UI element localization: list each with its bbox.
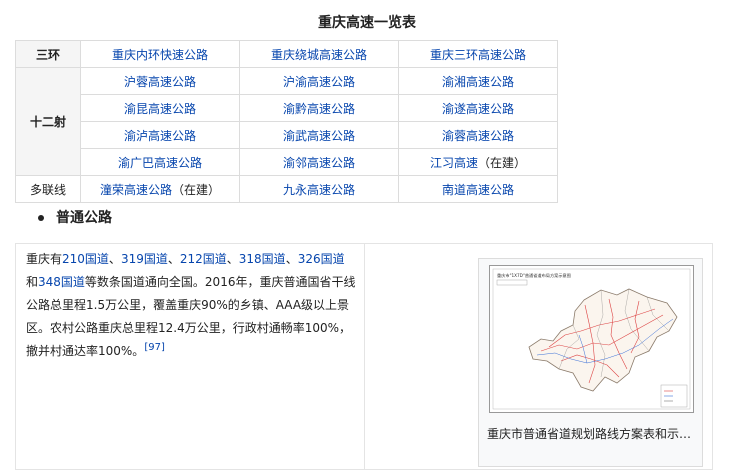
table-link[interactable]: 渝遂高速公路 bbox=[398, 94, 558, 122]
section-heading-text: 普通公路 bbox=[56, 210, 112, 226]
table-link[interactable]: 渝泸高速公路 bbox=[80, 121, 240, 149]
link-ring-expressway[interactable]: 重庆绕城高速公路 bbox=[239, 40, 399, 68]
text: 重庆有 bbox=[26, 252, 63, 266]
under-construction-note: （在建） bbox=[478, 155, 527, 170]
table-link[interactable]: 渝昆高速公路 bbox=[80, 94, 240, 122]
map-figure[interactable]: 重庆市"1X7D"普通省道布局方案示意图 重庆市普通省道规划路线方案表和示… bbox=[478, 258, 703, 467]
table-link[interactable]: 南道高速公路 bbox=[398, 175, 558, 203]
table-link[interactable]: 潼荣高速公路 bbox=[100, 183, 172, 197]
divider bbox=[364, 244, 365, 469]
figure-caption[interactable]: 重庆市普通省道规划路线方案表和示… bbox=[487, 425, 697, 442]
table-row: 多联线 潼荣高速公路（在建） 九永高速公路 南道高速公路 bbox=[15, 175, 558, 203]
table-cell: 江习高速（在建） bbox=[398, 148, 558, 176]
table-link[interactable]: 渝黔高速公路 bbox=[239, 94, 399, 122]
link-inner-ring[interactable]: 重庆内环快速公路 bbox=[80, 40, 240, 68]
reference-link[interactable]: [97] bbox=[144, 342, 165, 353]
text: 、 bbox=[285, 252, 298, 266]
section-heading: 普通公路 bbox=[38, 207, 112, 227]
table-row: 三环 重庆内环快速公路 重庆绕城高速公路 重庆三环高速公路 bbox=[15, 40, 558, 68]
table-row: 渝昆高速公路 渝黔高速公路 渝遂高速公路 bbox=[16, 94, 558, 122]
row-header-ring: 三环 bbox=[15, 40, 81, 68]
text: 和 bbox=[26, 275, 39, 289]
row-header-radial: 十二射 bbox=[15, 67, 81, 176]
link-g348[interactable]: 348国道 bbox=[38, 275, 85, 289]
table-row: 渝泸高速公路 渝武高速公路 渝蓉高速公路 bbox=[16, 121, 558, 149]
table-link[interactable]: 渝邻高速公路 bbox=[239, 148, 399, 176]
table-row: 渝广巴高速公路 渝邻高速公路 江习高速（在建） bbox=[16, 148, 558, 176]
link-g212[interactable]: 212国道 bbox=[180, 252, 227, 266]
link-g210[interactable]: 210国道 bbox=[62, 252, 109, 266]
bullet-icon bbox=[38, 215, 44, 221]
page-title: 重庆高速一览表 bbox=[318, 15, 416, 31]
text: 、 bbox=[108, 252, 121, 266]
content-panel: 重庆有210国道、319国道、212国道、318国道、326国道和348国道等数… bbox=[15, 243, 713, 470]
map-title: 重庆市"1X7D"普通省道布局方案示意图 bbox=[497, 272, 571, 279]
table-link[interactable]: 九永高速公路 bbox=[239, 175, 399, 203]
table-link[interactable]: 渝蓉高速公路 bbox=[398, 121, 558, 149]
link-g326[interactable]: 326国道 bbox=[298, 252, 345, 266]
row-header-multi: 多联线 bbox=[15, 175, 81, 203]
table-link[interactable]: 江习高速 bbox=[430, 156, 478, 170]
under-construction-note: （在建） bbox=[172, 182, 221, 197]
text: 、 bbox=[226, 252, 239, 266]
table-link[interactable]: 渝武高速公路 bbox=[239, 121, 399, 149]
table-link[interactable]: 沪蓉高速公路 bbox=[80, 67, 240, 95]
map-image[interactable]: 重庆市"1X7D"普通省道布局方案示意图 bbox=[489, 265, 694, 413]
highway-table: 三环 重庆内环快速公路 重庆绕城高速公路 重庆三环高速公路 十二射 沪蓉高速公路… bbox=[15, 40, 558, 203]
table-link[interactable]: 渝湘高速公路 bbox=[398, 67, 558, 95]
table-row: 十二射 沪蓉高速公路 沪渝高速公路 渝湘高速公路 bbox=[15, 67, 558, 176]
link-g319[interactable]: 319国道 bbox=[121, 252, 168, 266]
table-link[interactable]: 渝广巴高速公路 bbox=[80, 148, 240, 176]
table-cell: 潼荣高速公路（在建） bbox=[80, 175, 240, 203]
table-link[interactable]: 沪渝高速公路 bbox=[239, 67, 399, 95]
text: 、 bbox=[167, 252, 180, 266]
roads-paragraph: 重庆有210国道、319国道、212国道、318国道、326国道和348国道等数… bbox=[26, 248, 356, 363]
link-g318[interactable]: 318国道 bbox=[239, 252, 286, 266]
link-third-ring[interactable]: 重庆三环高速公路 bbox=[398, 40, 558, 68]
